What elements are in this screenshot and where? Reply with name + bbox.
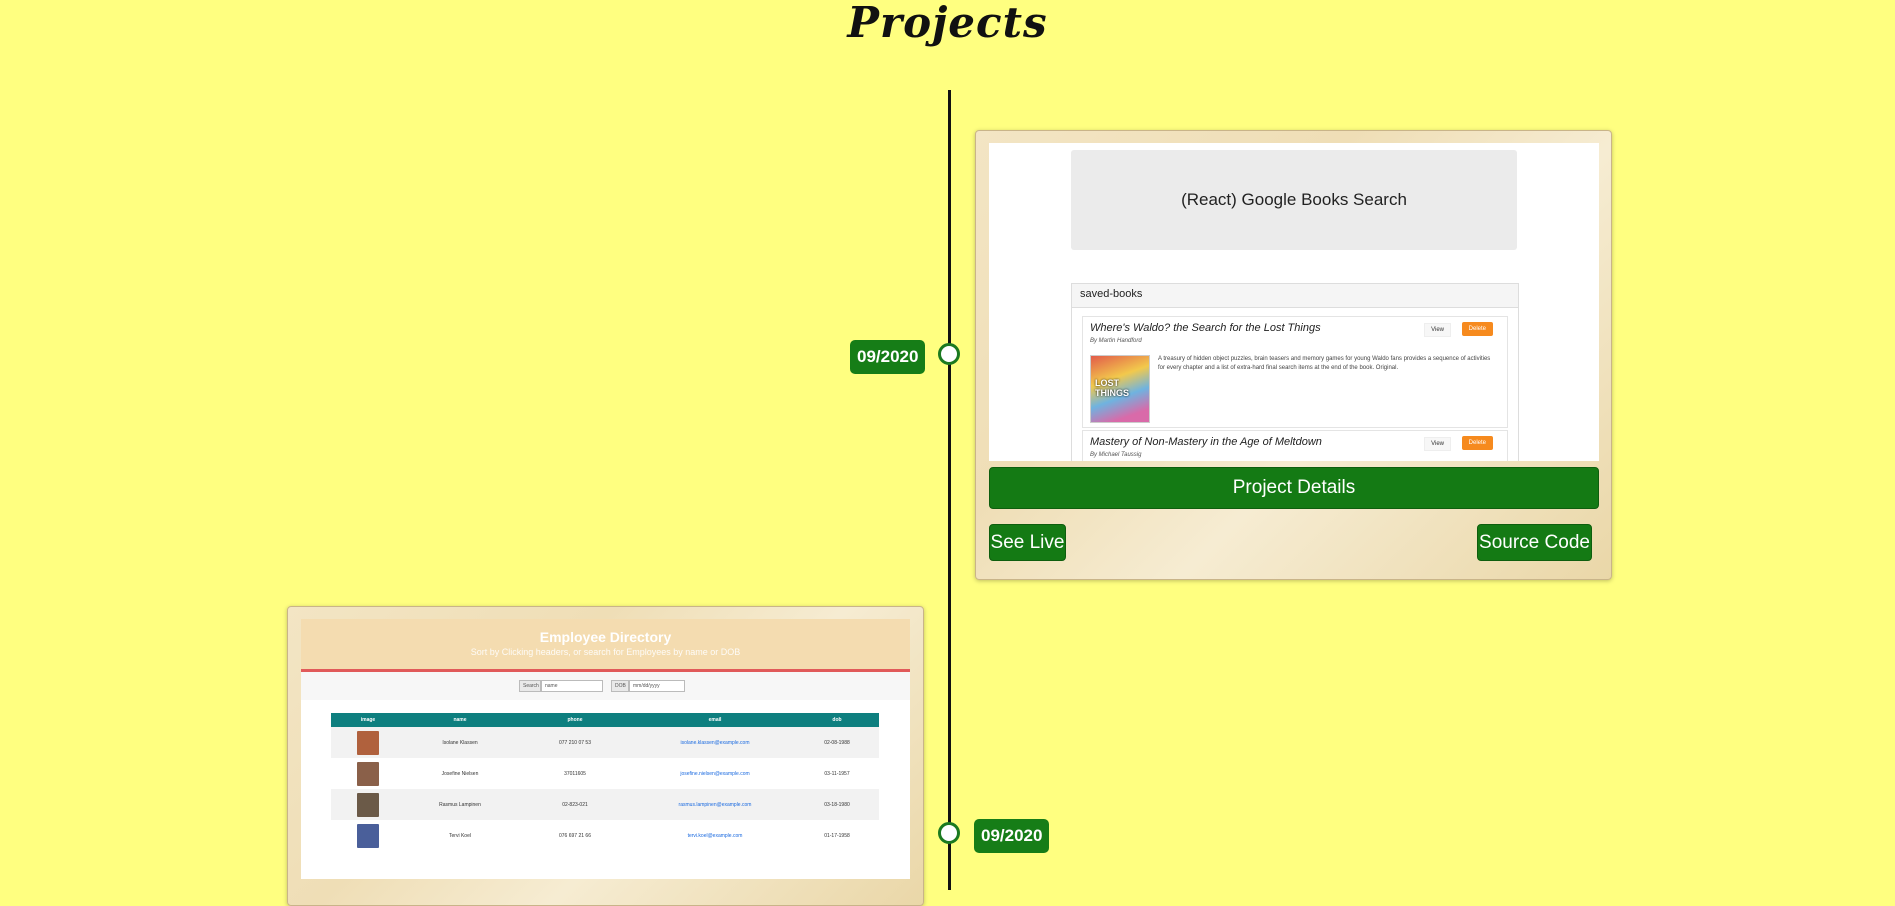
- book-title: Mastery of Non-Mastery in the Age of Mel…: [1090, 436, 1322, 448]
- employee-phone: 076 697 21 66: [559, 832, 591, 839]
- column-header[interactable]: phone: [515, 713, 635, 727]
- panel-heading: saved-books: [1072, 284, 1518, 308]
- view-button[interactable]: View: [1424, 323, 1451, 337]
- table-header: image name phone email dob: [331, 713, 879, 727]
- employee-avatar: [357, 730, 379, 755]
- employee-email[interactable]: josefine.nielsen@example.com: [635, 758, 795, 789]
- project-card: Employee Directory Sort by Clicking head…: [287, 606, 924, 906]
- employee-email[interactable]: tervi.koel@example.com: [635, 820, 795, 851]
- delete-button[interactable]: Delete: [1461, 322, 1493, 336]
- view-button[interactable]: View: [1424, 437, 1451, 451]
- employee-email[interactable]: rasmus.lampinen@example.com: [635, 789, 795, 820]
- employee-phone: 02-823-021: [562, 801, 588, 808]
- timeline-line: [948, 90, 951, 890]
- book-title: Where's Waldo? the Search for the Lost T…: [1090, 322, 1321, 334]
- screenshot-header: Employee Directory Sort by Clicking head…: [301, 619, 910, 672]
- employee-phone: 37011605: [564, 770, 586, 777]
- employee-name: Josefine Nielsen: [441, 770, 479, 777]
- source-code-button[interactable]: Source Code: [1477, 524, 1592, 561]
- employee-name: Tervi Koel: [449, 832, 471, 839]
- table-row: Josefine Nielsen 37011605 josefine.niels…: [331, 758, 879, 789]
- date-badge: 09/2020: [974, 819, 1050, 853]
- book-item: Mastery of Non-Mastery in the Age of Mel…: [1082, 430, 1508, 461]
- timeline-node: [938, 822, 960, 844]
- project-screenshot[interactable]: (React) Google Books Search saved-books …: [989, 143, 1599, 461]
- book-cover-text: LOST THINGS: [1095, 378, 1130, 398]
- employee-dob: 03-11-1957: [824, 770, 850, 777]
- date-badge: 09/2020: [850, 340, 926, 374]
- project-card: (React) Google Books Search saved-books …: [975, 130, 1612, 580]
- column-header[interactable]: email: [635, 713, 795, 727]
- search-input[interactable]: name: [541, 680, 603, 692]
- timeline-node: [938, 343, 960, 365]
- employee-dob: 01-17-1958: [824, 832, 850, 839]
- page-title: Projects: [847, 0, 1048, 47]
- employee-phone: 077 210 07 53: [559, 739, 591, 746]
- screenshot-subtitle: Sort by Clicking headers, or search for …: [470, 647, 741, 657]
- employee-table: image name phone email dob Isolane Klass…: [331, 713, 879, 851]
- employee-name: Rasmus Lampinen: [439, 801, 481, 808]
- project-screenshot[interactable]: Employee Directory Sort by Clicking head…: [301, 619, 910, 879]
- saved-books-panel: saved-books Where's Waldo? the Search fo…: [1071, 283, 1519, 461]
- delete-button[interactable]: Delete: [1461, 436, 1493, 450]
- employee-email[interactable]: isolane.klassen@example.com: [635, 727, 795, 758]
- column-header[interactable]: image: [331, 713, 405, 727]
- table-row: Isolane Klassen 077 210 07 53 isolane.kl…: [331, 727, 879, 758]
- employee-name: Isolane Klassen: [442, 739, 478, 746]
- table-row: Tervi Koel 076 697 21 66 tervi.koel@exam…: [331, 820, 879, 851]
- employee-dob: 03-18-1980: [824, 801, 850, 808]
- book-author: By Martin Handford: [1090, 338, 1142, 344]
- employee-avatar: [357, 823, 379, 848]
- column-header[interactable]: name: [405, 713, 515, 727]
- employee-avatar: [357, 792, 379, 817]
- table-row: Rasmus Lampinen 02-823-021 rasmus.lampin…: [331, 789, 879, 820]
- book-description: A treasury of hidden object puzzles, bra…: [1158, 356, 1491, 371]
- dob-input[interactable]: mm/dd/yyyy: [629, 680, 685, 692]
- book-cover-image: LOST THINGS: [1090, 355, 1150, 423]
- see-live-button[interactable]: See Live: [989, 524, 1066, 561]
- employee-avatar: [357, 761, 379, 786]
- employee-dob: 02-08-1988: [824, 739, 850, 746]
- search-label: Search: [519, 680, 541, 692]
- book-author: By Michael Taussig: [1090, 452, 1142, 458]
- dob-label: DOB: [611, 680, 629, 692]
- screenshot-title: Employee Directory: [539, 629, 672, 645]
- screenshot-hero: (React) Google Books Search: [1071, 150, 1517, 250]
- column-header[interactable]: dob: [795, 713, 879, 727]
- book-item: Where's Waldo? the Search for the Lost T…: [1082, 316, 1508, 428]
- project-details-button[interactable]: Project Details: [989, 467, 1599, 509]
- search-row: Search name DOB mm/dd/yyyy: [301, 672, 910, 700]
